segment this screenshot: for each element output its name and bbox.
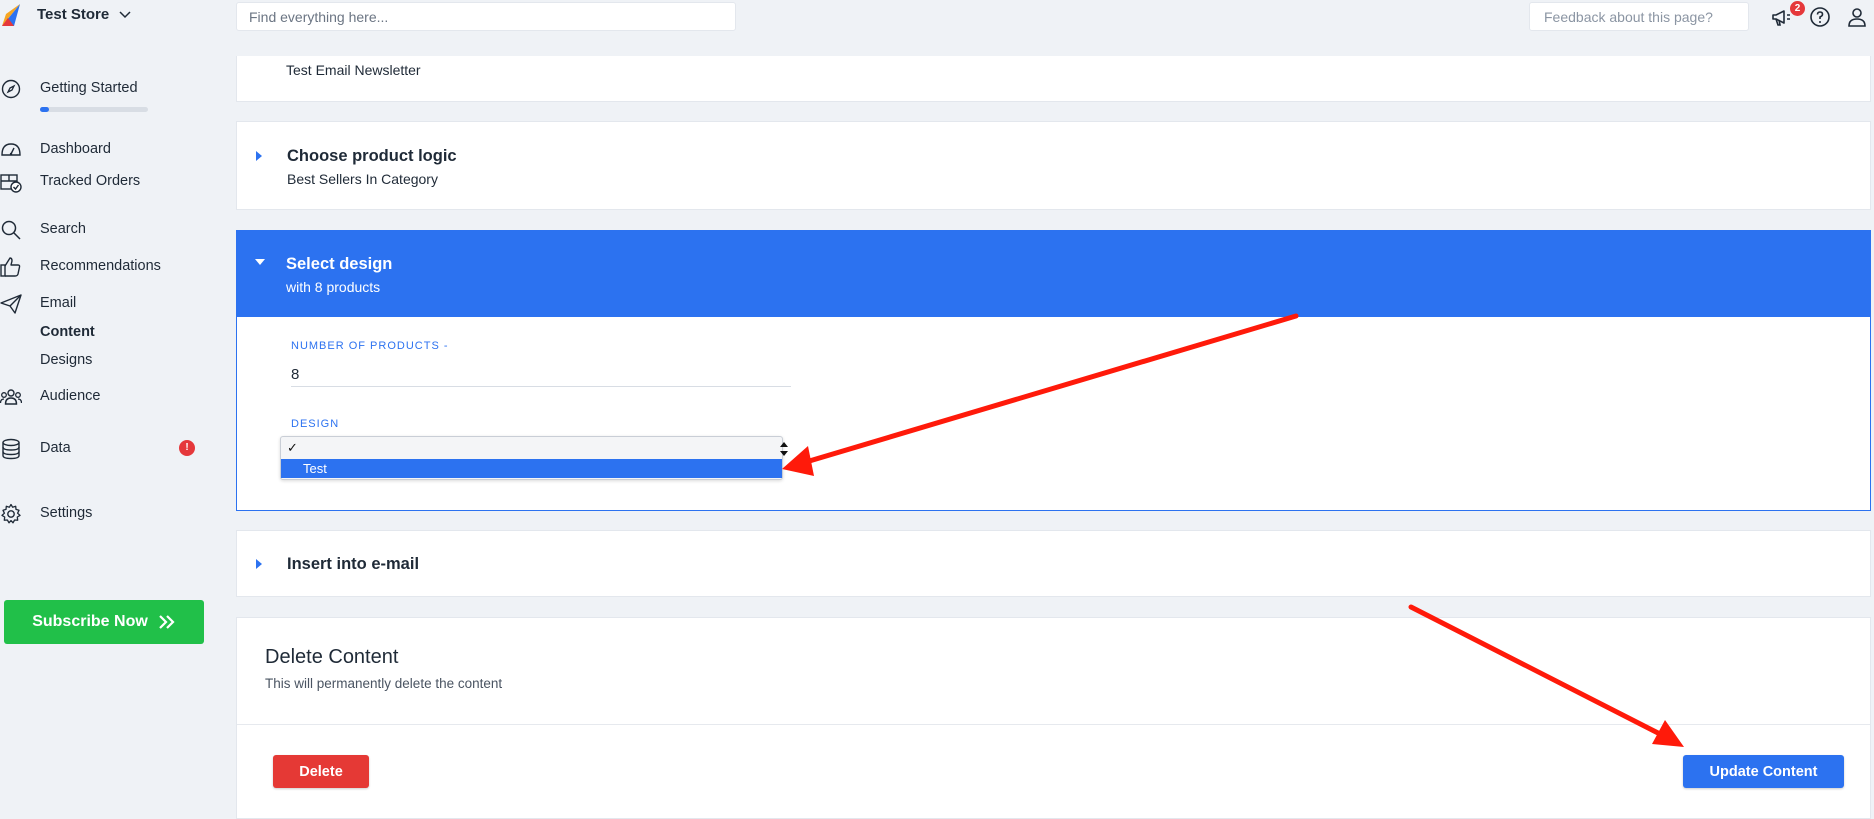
caret-right-icon	[256, 559, 262, 569]
caret-right-icon	[256, 151, 262, 161]
product-logic-value: Best Sellers In Category	[287, 171, 438, 187]
design-label: DESIGN	[291, 418, 340, 430]
database-icon	[2, 438, 20, 460]
getting-started-progress	[40, 107, 148, 112]
progress-fill	[40, 107, 49, 112]
design-option-test[interactable]: Test	[281, 459, 782, 478]
delete-button[interactable]: Delete	[273, 755, 369, 788]
dashboard-icon	[1, 143, 21, 156]
caret-down-icon	[255, 259, 265, 265]
subscribe-now-button[interactable]: Subscribe Now	[4, 600, 204, 644]
brand-logo-icon[interactable]	[0, 2, 26, 28]
thumbs-up-icon	[0, 257, 21, 277]
divider	[237, 724, 1870, 725]
insert-email-panel[interactable]: Insert into e-mail	[236, 530, 1871, 597]
sidebar-item-label: Dashboard	[40, 141, 111, 157]
select-design-header[interactable]: Select design with 8 products	[236, 230, 1871, 317]
select-design-subtitle: with 8 products	[286, 279, 381, 295]
compass-icon	[1, 79, 21, 99]
sidebar-item-label: Data	[40, 440, 71, 456]
sidebar-subitem-designs[interactable]: Designs	[40, 352, 92, 368]
search-icon	[1, 220, 21, 240]
number-of-products-label: NUMBER OF PRODUCTS -	[291, 340, 449, 352]
delete-content-title: Delete Content	[265, 646, 399, 668]
checkmark-icon: ✓	[287, 440, 298, 455]
sidebar: Getting Started Dashboard Tracked Orders…	[0, 34, 220, 819]
newsletter-panel: Test Email Newsletter	[236, 56, 1871, 102]
number-of-products-input[interactable]	[291, 363, 791, 387]
notification-badge: 2	[1790, 1, 1805, 16]
select-arrows-icon	[780, 442, 788, 456]
newsletter-name: Test Email Newsletter	[286, 62, 421, 78]
update-content-button[interactable]: Update Content	[1683, 755, 1844, 788]
sidebar-item-label: Tracked Orders	[40, 173, 141, 189]
insert-email-title: Insert into e-mail	[287, 555, 420, 573]
paper-plane-icon	[0, 294, 22, 314]
chevron-down-icon[interactable]	[118, 8, 132, 22]
data-alert-badge: !	[179, 440, 195, 456]
product-logic-title: Choose product logic	[287, 147, 457, 165]
gear-icon	[1, 503, 21, 524]
user-icon[interactable]	[1845, 5, 1869, 29]
sidebar-item-label: Settings	[40, 505, 93, 521]
sidebar-item-label: Getting Started	[40, 80, 138, 96]
sidebar-item-label: Search	[40, 221, 86, 237]
product-logic-panel[interactable]: Choose product logic Best Sellers In Cat…	[236, 121, 1871, 210]
select-design-title: Select design	[286, 255, 393, 273]
sidebar-item-label: Recommendations	[40, 258, 161, 274]
delete-content-panel: Delete Content This will permanently del…	[236, 617, 1871, 819]
subscribe-label: Subscribe Now	[32, 613, 148, 630]
top-bar: Test Store 2	[0, 0, 1874, 34]
select-design-body: NUMBER OF PRODUCTS - DESIGN ✓ Test	[236, 317, 1871, 511]
global-search-input[interactable]	[236, 2, 736, 31]
double-chevron-right-icon	[159, 615, 175, 629]
feedback-input[interactable]	[1529, 2, 1749, 31]
sidebar-subitem-content[interactable]: Content	[40, 324, 95, 340]
users-icon	[0, 389, 22, 405]
help-icon[interactable]	[1808, 5, 1832, 29]
design-select-dropdown[interactable]: ✓ Test	[280, 436, 788, 480]
sidebar-item-label: Audience	[40, 388, 101, 404]
sidebar-item-label: Email	[40, 295, 77, 311]
store-name[interactable]: Test Store	[37, 6, 109, 23]
delete-content-subtitle: This will permanently delete the content	[265, 676, 503, 691]
tracked-orders-icon	[0, 174, 22, 193]
